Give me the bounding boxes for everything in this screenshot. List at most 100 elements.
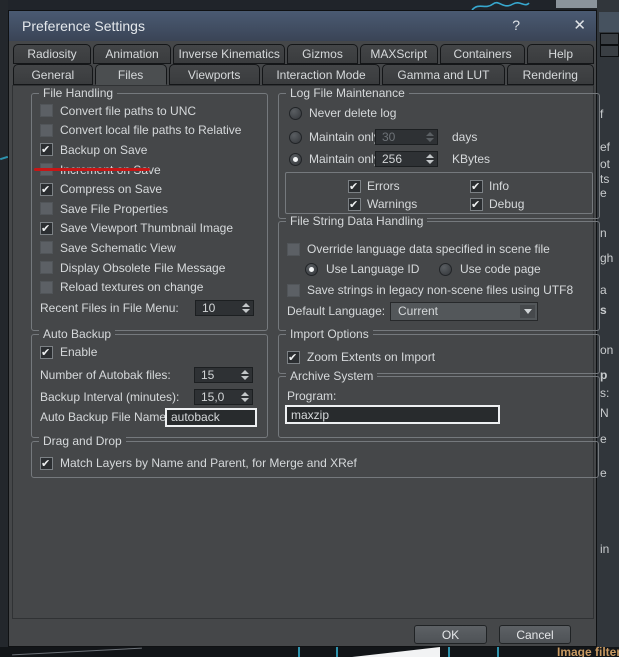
checkbox-icon[interactable] <box>40 143 53 157</box>
maintain-kbytes-unit: KBytes <box>452 152 491 166</box>
screen: f ef ot ts e n gh a s on p s: N e e in I… <box>0 0 619 657</box>
tab-general[interactable]: General <box>13 64 93 85</box>
checkbox-convert-relative[interactable]: Convert local file paths to Relative <box>32 121 267 141</box>
checkbox-icon[interactable] <box>40 280 53 294</box>
checkbox-utf8[interactable]: Save strings in legacy non-scene files u… <box>287 281 595 299</box>
checkbox-icon[interactable] <box>40 456 53 470</box>
checkbox-backup-on-save[interactable]: Backup on Save <box>32 140 267 160</box>
radio-label[interactable]: Use Language ID <box>326 262 419 276</box>
radio-icon[interactable] <box>305 262 318 276</box>
group-file-string-data-handling: File String Data Handling Override langu… <box>278 214 600 331</box>
checkbox-info[interactable]: Info <box>470 179 592 193</box>
checkbox-compress-on-save[interactable]: Compress on Save <box>32 179 267 199</box>
dialog-titlebar[interactable]: Preference Settings ? ✕ <box>9 11 596 41</box>
cancel-button[interactable]: Cancel <box>499 625 571 644</box>
checkbox-icon[interactable] <box>40 345 53 359</box>
tab-gamma-and-lut[interactable]: Gamma and LUT <box>382 64 505 85</box>
backup-file-name-input[interactable] <box>165 407 257 427</box>
background-right-strip: f ef ot ts e n gh a s on p s: N e e in <box>597 0 619 657</box>
bg-text-fragment: e <box>600 186 607 200</box>
tab-rendering[interactable]: Rendering <box>506 64 594 85</box>
radio-maintain-days[interactable]: Maintain only 30 days <box>289 128 595 146</box>
group-title: Import Options <box>286 327 373 341</box>
archive-program-input[interactable] <box>285 405 500 424</box>
bg-text-fragment: e <box>600 432 607 446</box>
tab-containers[interactable]: Containers <box>439 44 526 64</box>
tab-viewports[interactable]: Viewports <box>168 64 260 85</box>
bg-text-fragment: e <box>600 466 607 480</box>
chevron-down-icon[interactable] <box>520 304 535 318</box>
tab-interaction-mode[interactable]: Interaction Mode <box>261 64 381 85</box>
viewport-line-fragment <box>336 647 338 657</box>
checkbox-warnings[interactable]: Warnings <box>348 197 470 211</box>
checkbox-icon[interactable] <box>348 179 361 193</box>
default-language-dropdown[interactable]: Current <box>390 301 538 321</box>
spinner-arrows-icon[interactable] <box>238 368 251 382</box>
tab-files[interactable]: Files <box>94 64 167 85</box>
radio-icon[interactable] <box>289 106 302 120</box>
viewport-scribble-icon <box>470 0 532 11</box>
maintain-days-spinner[interactable]: 30 <box>375 129 438 145</box>
checkbox-reload-textures[interactable]: Reload textures on change <box>32 277 267 297</box>
checkbox-errors[interactable]: Errors <box>348 179 470 193</box>
group-import-options: Import Options Zoom Extents on Import <box>278 327 600 374</box>
checkbox-label: Display Obsolete File Message <box>60 260 226 275</box>
maintain-kbytes-spinner[interactable]: 256 <box>375 151 438 167</box>
checkbox-icon[interactable] <box>470 197 483 211</box>
preference-settings-dialog: Preference Settings ? ✕ Radiosity Animat… <box>8 10 600 647</box>
checkbox-icon[interactable] <box>348 197 361 211</box>
checkbox-icon[interactable] <box>287 242 300 256</box>
checkbox-icon[interactable] <box>40 123 53 137</box>
group-title: Drag and Drop <box>39 434 126 448</box>
radio-icon[interactable] <box>289 130 302 144</box>
spinner-value: 30 <box>382 130 396 144</box>
help-icon[interactable]: ? <box>512 17 520 33</box>
ok-button[interactable]: OK <box>414 625 487 644</box>
recent-files-spinner[interactable]: 10 <box>195 300 254 316</box>
group-file-handling: File Handling Convert file paths to UNC … <box>31 86 268 331</box>
tab-maxscript[interactable]: MAXScript <box>359 44 438 64</box>
tab-animation[interactable]: Animation <box>93 44 172 64</box>
checkbox-convert-unc[interactable]: Convert file paths to UNC <box>32 101 267 121</box>
checkbox-autobackup-enable[interactable]: Enable <box>40 343 263 361</box>
tab-radiosity[interactable]: Radiosity <box>13 44 92 64</box>
checkbox-icon[interactable] <box>40 241 53 255</box>
checkbox-icon[interactable] <box>40 202 53 216</box>
background-box-fragment <box>600 33 619 45</box>
checkbox-icon[interactable] <box>40 104 53 118</box>
checkbox-icon[interactable] <box>40 261 53 275</box>
autobak-files-spinner[interactable]: 15 <box>194 367 253 383</box>
spinner-value: 256 <box>382 152 403 166</box>
checkbox-icon[interactable] <box>40 221 53 235</box>
bg-text-fragment: s: <box>600 386 610 400</box>
checkbox-debug[interactable]: Debug <box>470 197 592 211</box>
spinner-arrows-icon[interactable] <box>423 152 436 166</box>
radio-icon[interactable] <box>289 152 302 166</box>
tab-help[interactable]: Help <box>527 44 594 64</box>
checkbox-display-obsolete-message[interactable]: Display Obsolete File Message <box>32 258 267 278</box>
checkbox-label: Warnings <box>367 197 418 211</box>
tab-row-1: Radiosity Animation Inverse Kinematics G… <box>13 44 594 64</box>
checkbox-save-file-properties[interactable]: Save File Properties <box>32 199 267 219</box>
group-drag-and-drop: Drag and Drop Match Layers by Name and P… <box>31 434 599 478</box>
tab-gizmos[interactable]: Gizmos <box>287 44 358 64</box>
spinner-arrows-icon[interactable] <box>239 301 252 315</box>
tab-inverse-kinematics[interactable]: Inverse Kinematics <box>173 44 286 64</box>
backup-interval-spinner[interactable]: 15,0 <box>194 389 253 405</box>
checkbox-zoom-extents[interactable]: Zoom Extents on Import <box>287 348 595 366</box>
radio-maintain-kbytes[interactable]: Maintain only 256 KBytes <box>289 150 595 168</box>
checkbox-save-viewport-thumbnail[interactable]: Save Viewport Thumbnail Image <box>32 219 267 239</box>
tab-row-2: General Files Viewports Interaction Mode… <box>13 64 594 85</box>
radio-never-delete-log[interactable]: Never delete log <box>289 104 595 122</box>
radio-label[interactable]: Use code page <box>460 262 541 276</box>
checkbox-match-layers[interactable]: Match Layers by Name and Parent, for Mer… <box>40 454 594 472</box>
close-icon[interactable]: ✕ <box>573 16 586 34</box>
checkbox-override-language[interactable]: Override language data specified in scen… <box>287 240 595 258</box>
checkbox-icon[interactable] <box>287 283 300 297</box>
checkbox-icon[interactable] <box>470 179 483 193</box>
radio-icon[interactable] <box>439 262 452 276</box>
checkbox-icon[interactable] <box>40 182 53 196</box>
spinner-arrows-icon[interactable] <box>238 390 251 404</box>
checkbox-icon[interactable] <box>287 350 300 364</box>
checkbox-save-schematic-view[interactable]: Save Schematic View <box>32 238 267 258</box>
